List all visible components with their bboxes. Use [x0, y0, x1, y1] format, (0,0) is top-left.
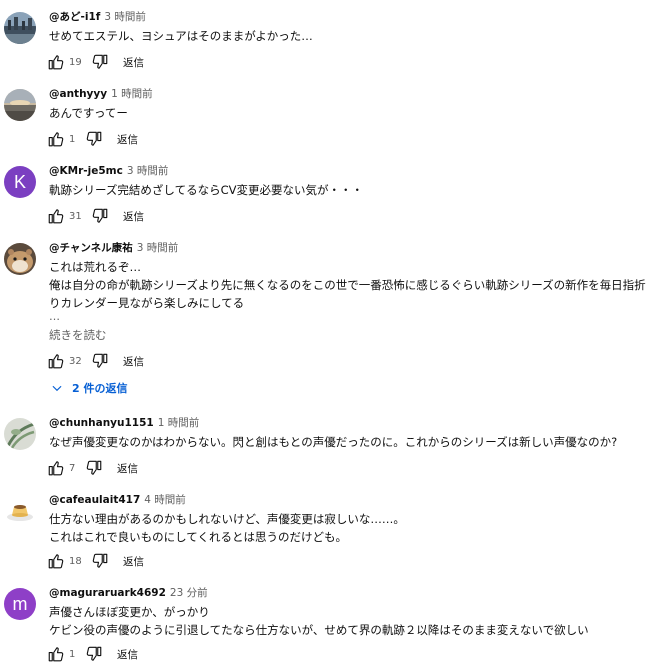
sunset-avatar-icon: [4, 89, 36, 121]
thumbs-down-icon[interactable]: [85, 645, 103, 663]
comment-author[interactable]: @KMr-je5mc: [49, 165, 123, 177]
avatar-letter: K: [13, 171, 26, 192]
comment-text: あんですってー: [49, 104, 649, 122]
comment-line: りカレンダー見ながら楽しみにしてる: [49, 296, 245, 310]
comment-text: なぜ声優変更なのかはわからない。閃と創はもとの声優だったのに。これからのシリーズ…: [49, 433, 649, 451]
truncation-ellipsis: …: [49, 310, 60, 323]
reply-button[interactable]: 返信: [117, 647, 138, 662]
like-count: 31: [69, 210, 82, 222]
comment-actions: 7 返信: [47, 458, 138, 478]
reply-button[interactable]: 返信: [123, 55, 144, 70]
comment-timestamp[interactable]: 1 時間前: [158, 417, 200, 429]
comment-timestamp[interactable]: 3 時間前: [127, 165, 169, 177]
comment-timestamp[interactable]: 4 時間前: [144, 494, 186, 506]
comment-actions: 31 返信: [47, 206, 144, 226]
avatar-letter: m: [12, 593, 28, 614]
comment-timestamp[interactable]: 3 時間前: [137, 242, 179, 254]
thumbs-up-icon[interactable]: [47, 207, 65, 225]
thumbs-down-icon[interactable]: [91, 352, 109, 370]
comment-timestamp[interactable]: 1 時間前: [111, 88, 153, 100]
comment-timestamp[interactable]: 23 分前: [170, 587, 208, 599]
comment-text: 仕方ない理由があるのかもしれないけど、声優変更は寂しいな……。 これはこれで良い…: [49, 510, 649, 546]
landscape-avatar-icon: [4, 12, 36, 44]
comment-line: これはこれで良いものにしてくれるとは思うのだけども。: [49, 530, 347, 544]
comment-actions: 18 返信: [47, 551, 144, 571]
thumbs-up-icon[interactable]: [47, 459, 65, 477]
like-count: 19: [69, 56, 82, 68]
comment-author[interactable]: @anthyyy: [49, 88, 107, 100]
avatar[interactable]: [4, 418, 36, 450]
comment-author[interactable]: @chunhanyu1151: [49, 417, 154, 429]
comment-text: せめてエステル、ヨシュアはそのままがよかった…: [49, 27, 649, 45]
comment-actions: 19 返信: [47, 52, 144, 72]
avatar[interactable]: [4, 243, 36, 275]
comment-line: 声優さんほぼ変更か、がっかり: [49, 605, 210, 619]
thumbs-down-icon[interactable]: [85, 130, 103, 148]
comment-author[interactable]: @cafeaulait417: [49, 494, 140, 506]
avatar[interactable]: K: [4, 166, 36, 198]
comment-timestamp[interactable]: 3 時間前: [104, 11, 146, 23]
read-more-link[interactable]: 続きを読む: [49, 327, 107, 343]
like-count: 32: [69, 355, 82, 367]
avatar[interactable]: [4, 12, 36, 44]
pudding-avatar-icon: [4, 495, 36, 527]
comment-line: 俺は自分の命が軌跡シリーズより先に無くなるのをこの世で一番恐怖に感じるぐらい軌跡…: [49, 278, 646, 292]
thumbs-down-icon[interactable]: [85, 459, 103, 477]
comment-text: これは荒れるぞ… 俺は自分の命が軌跡シリーズより先に無くなるのをこの世で一番恐怖…: [49, 258, 649, 312]
comment-actions: 32 返信: [47, 351, 144, 371]
thumbs-up-icon[interactable]: [47, 130, 65, 148]
like-count: 7: [69, 462, 76, 474]
thumbs-down-icon[interactable]: [91, 552, 109, 570]
replies-count-label: 2 件の返信: [72, 382, 128, 395]
comment-line: あんですってー: [49, 106, 128, 120]
comment-line: これは荒れるぞ…: [49, 260, 141, 274]
like-count: 1: [69, 133, 76, 145]
comment-text: 声優さんほぼ変更か、がっかり ケビン役の声優のように引退してたなら仕方ないが、せ…: [49, 603, 649, 639]
thumbs-up-icon[interactable]: [47, 552, 65, 570]
hamster-avatar-icon: [4, 243, 36, 275]
avatar[interactable]: m: [4, 588, 36, 620]
reply-button[interactable]: 返信: [123, 354, 144, 369]
comment-line: 仕方ない理由があるのかもしれないけど、声優変更は寂しいな……。: [49, 512, 405, 526]
thumbs-up-icon[interactable]: [47, 352, 65, 370]
avatar[interactable]: [4, 495, 36, 527]
like-count: 18: [69, 555, 82, 567]
comment-author[interactable]: @maguraruark4692: [49, 587, 166, 599]
reply-button[interactable]: 返信: [123, 554, 144, 569]
comment-actions: 1 返信: [47, 644, 138, 664]
comment-line: なぜ声優変更なのかはわからない。閃と創はもとの声優だったのに。これからのシリーズ…: [49, 435, 618, 449]
comment-actions: 1 返信: [47, 129, 138, 149]
thumbs-up-icon[interactable]: [47, 53, 65, 71]
plant-avatar-icon: [4, 418, 36, 450]
comment-line: せめてエステル、ヨシュアはそのままがよかった…: [49, 29, 313, 43]
like-count: 1: [69, 648, 76, 660]
thumbs-down-icon[interactable]: [91, 53, 109, 71]
avatar[interactable]: [4, 89, 36, 121]
comment-line: ケビン役の声優のように引退してたなら仕方ないが、せめて界の軌跡２以降はそのまま変…: [49, 623, 589, 637]
reply-button[interactable]: 返信: [123, 209, 144, 224]
comment-author[interactable]: @あど-i1f: [49, 11, 100, 23]
thumbs-down-icon[interactable]: [91, 207, 109, 225]
chevron-down-icon: [52, 385, 62, 392]
reply-button[interactable]: 返信: [117, 132, 138, 147]
thumbs-up-icon[interactable]: [47, 645, 65, 663]
comment-line: 軌跡シリーズ完結めざしてるならCV変更必要ない気が・・・: [49, 183, 363, 197]
comment-text: 軌跡シリーズ完結めざしてるならCV変更必要ない気が・・・: [49, 181, 649, 199]
comment-author[interactable]: @チャンネル康祐: [49, 242, 133, 254]
reply-button[interactable]: 返信: [117, 461, 138, 476]
view-replies-button[interactable]: 2 件の返信: [50, 379, 127, 397]
